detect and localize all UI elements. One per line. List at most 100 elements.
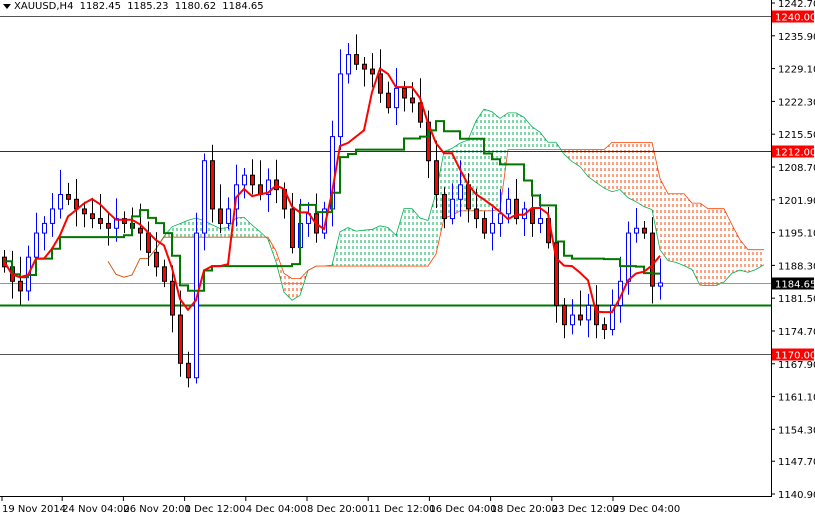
cloud-segment-bullish [236,217,244,238]
cloud-segment-bearish [700,203,708,286]
y-tick-label: 1208.70 [778,163,815,174]
cloud-segment-bullish [356,230,364,267]
bull-candle [58,169,63,219]
candle-body [658,282,663,287]
candle-body [570,314,575,326]
cloud-segment-bullish [508,112,516,150]
bear-candle [90,197,95,229]
current-price-label: 1184.65 [775,280,815,291]
candle-body [578,314,583,321]
bear-candle [650,217,655,304]
cloud-segment-bearish [620,142,628,198]
candle-body [210,160,215,210]
candle-body [162,266,167,282]
bear-candle [186,351,191,388]
candle-body [250,174,255,186]
price-chart[interactable]: 1242.70 1235.90 1229.10 1222.30 1215.50 1208.… [0,0,815,516]
y-tick-label: 1222.30 [778,97,815,108]
candle-body [498,213,503,224]
y-tick-label: 1229.10 [778,65,815,76]
bull-candle [490,207,495,251]
cloud-segment-bullish [532,126,540,150]
cloud-segment-bullish [420,217,428,267]
cloud-segment-bullish [412,208,420,267]
cloud-segment-bullish [364,229,372,267]
bull-candle [226,197,231,230]
x-tick-label: 23 Dec 12:00 [552,504,619,515]
y-tick-label: 1242.70 [778,0,815,10]
y-tick-label: 1147.70 [778,457,815,468]
candle-body [650,232,655,287]
bear-candle [314,193,319,243]
cloud-segment-bearish [676,193,684,266]
candle-body [186,362,191,379]
bull-candle [42,216,47,251]
x-tick-label: 11 Dec 12:00 [368,504,435,515]
candle-body [490,222,495,234]
cloud-segment-bullish [396,208,404,267]
candle-body [482,218,487,234]
bear-candle [378,49,383,103]
cloud-segment-bullish [340,227,348,267]
cloud-segment-bullish [348,227,356,267]
bull-candle [346,43,351,84]
bear-candle [514,179,519,225]
candle-body [362,63,367,70]
candle-body [146,232,151,253]
cloud-segment-bearish [724,208,732,283]
candle-body [42,222,47,234]
bull-candle [634,207,639,243]
candle-body [178,314,183,364]
candle-body [474,208,479,220]
bear-candle [210,144,215,223]
cloud-segment-bearish [692,203,700,286]
bear-candle [162,259,167,288]
candle-body [450,198,455,220]
bull-candle [34,212,39,263]
candle-body [202,160,207,234]
y-tick-label: 1174.70 [778,327,815,338]
cloud-segment-bullish [516,112,524,150]
level-label: 1170.00 [775,351,815,362]
x-tick-label: 18 Dec 20:00 [491,504,558,515]
candle-body [18,280,23,292]
y-tick-label: 1140.90 [778,490,815,501]
bull-candle [394,68,399,126]
bear-candle [74,179,79,227]
cloud-segment-bullish [492,111,500,211]
candle-body [386,92,391,109]
bull-candle [306,202,311,237]
x-tick-label: 26 Nov 20:00 [123,504,190,515]
bear-candle [250,159,255,195]
candle-body [634,227,639,234]
candle-body [170,280,175,316]
candle-body [242,174,247,186]
candle-body [90,213,95,220]
cloud-segment-bullish [484,109,492,211]
cloud-segment-bearish [748,249,756,273]
bull-candle [658,258,663,300]
x-tick-label: 4 Dec 04:00 [246,504,307,515]
cloud-segment-bearish [596,149,604,189]
candle-body [138,227,143,234]
level-label: 1212.00 [775,148,815,159]
cloud-segment-bearish [684,193,692,270]
candle-body [194,232,199,379]
bear-candle [66,182,71,206]
y-tick-label: 1215.50 [778,130,815,141]
cloud-segment-bullish [388,227,396,267]
x-tick-label: 29 Dec 04:00 [613,504,680,515]
cloud-segment-bearish [668,193,676,263]
candle-body [106,222,111,229]
bear-candle [578,290,583,326]
bear-candle [482,211,487,239]
bull-candle [586,293,591,338]
candle-body [434,160,439,195]
bear-candle [362,57,367,87]
x-tick-label: 24 Nov 04:00 [62,504,129,515]
candle-body [458,184,463,200]
cloud-segment-bearish [612,142,620,192]
candle-body [154,251,159,268]
bear-candle [122,211,127,234]
candle-body [394,87,399,109]
